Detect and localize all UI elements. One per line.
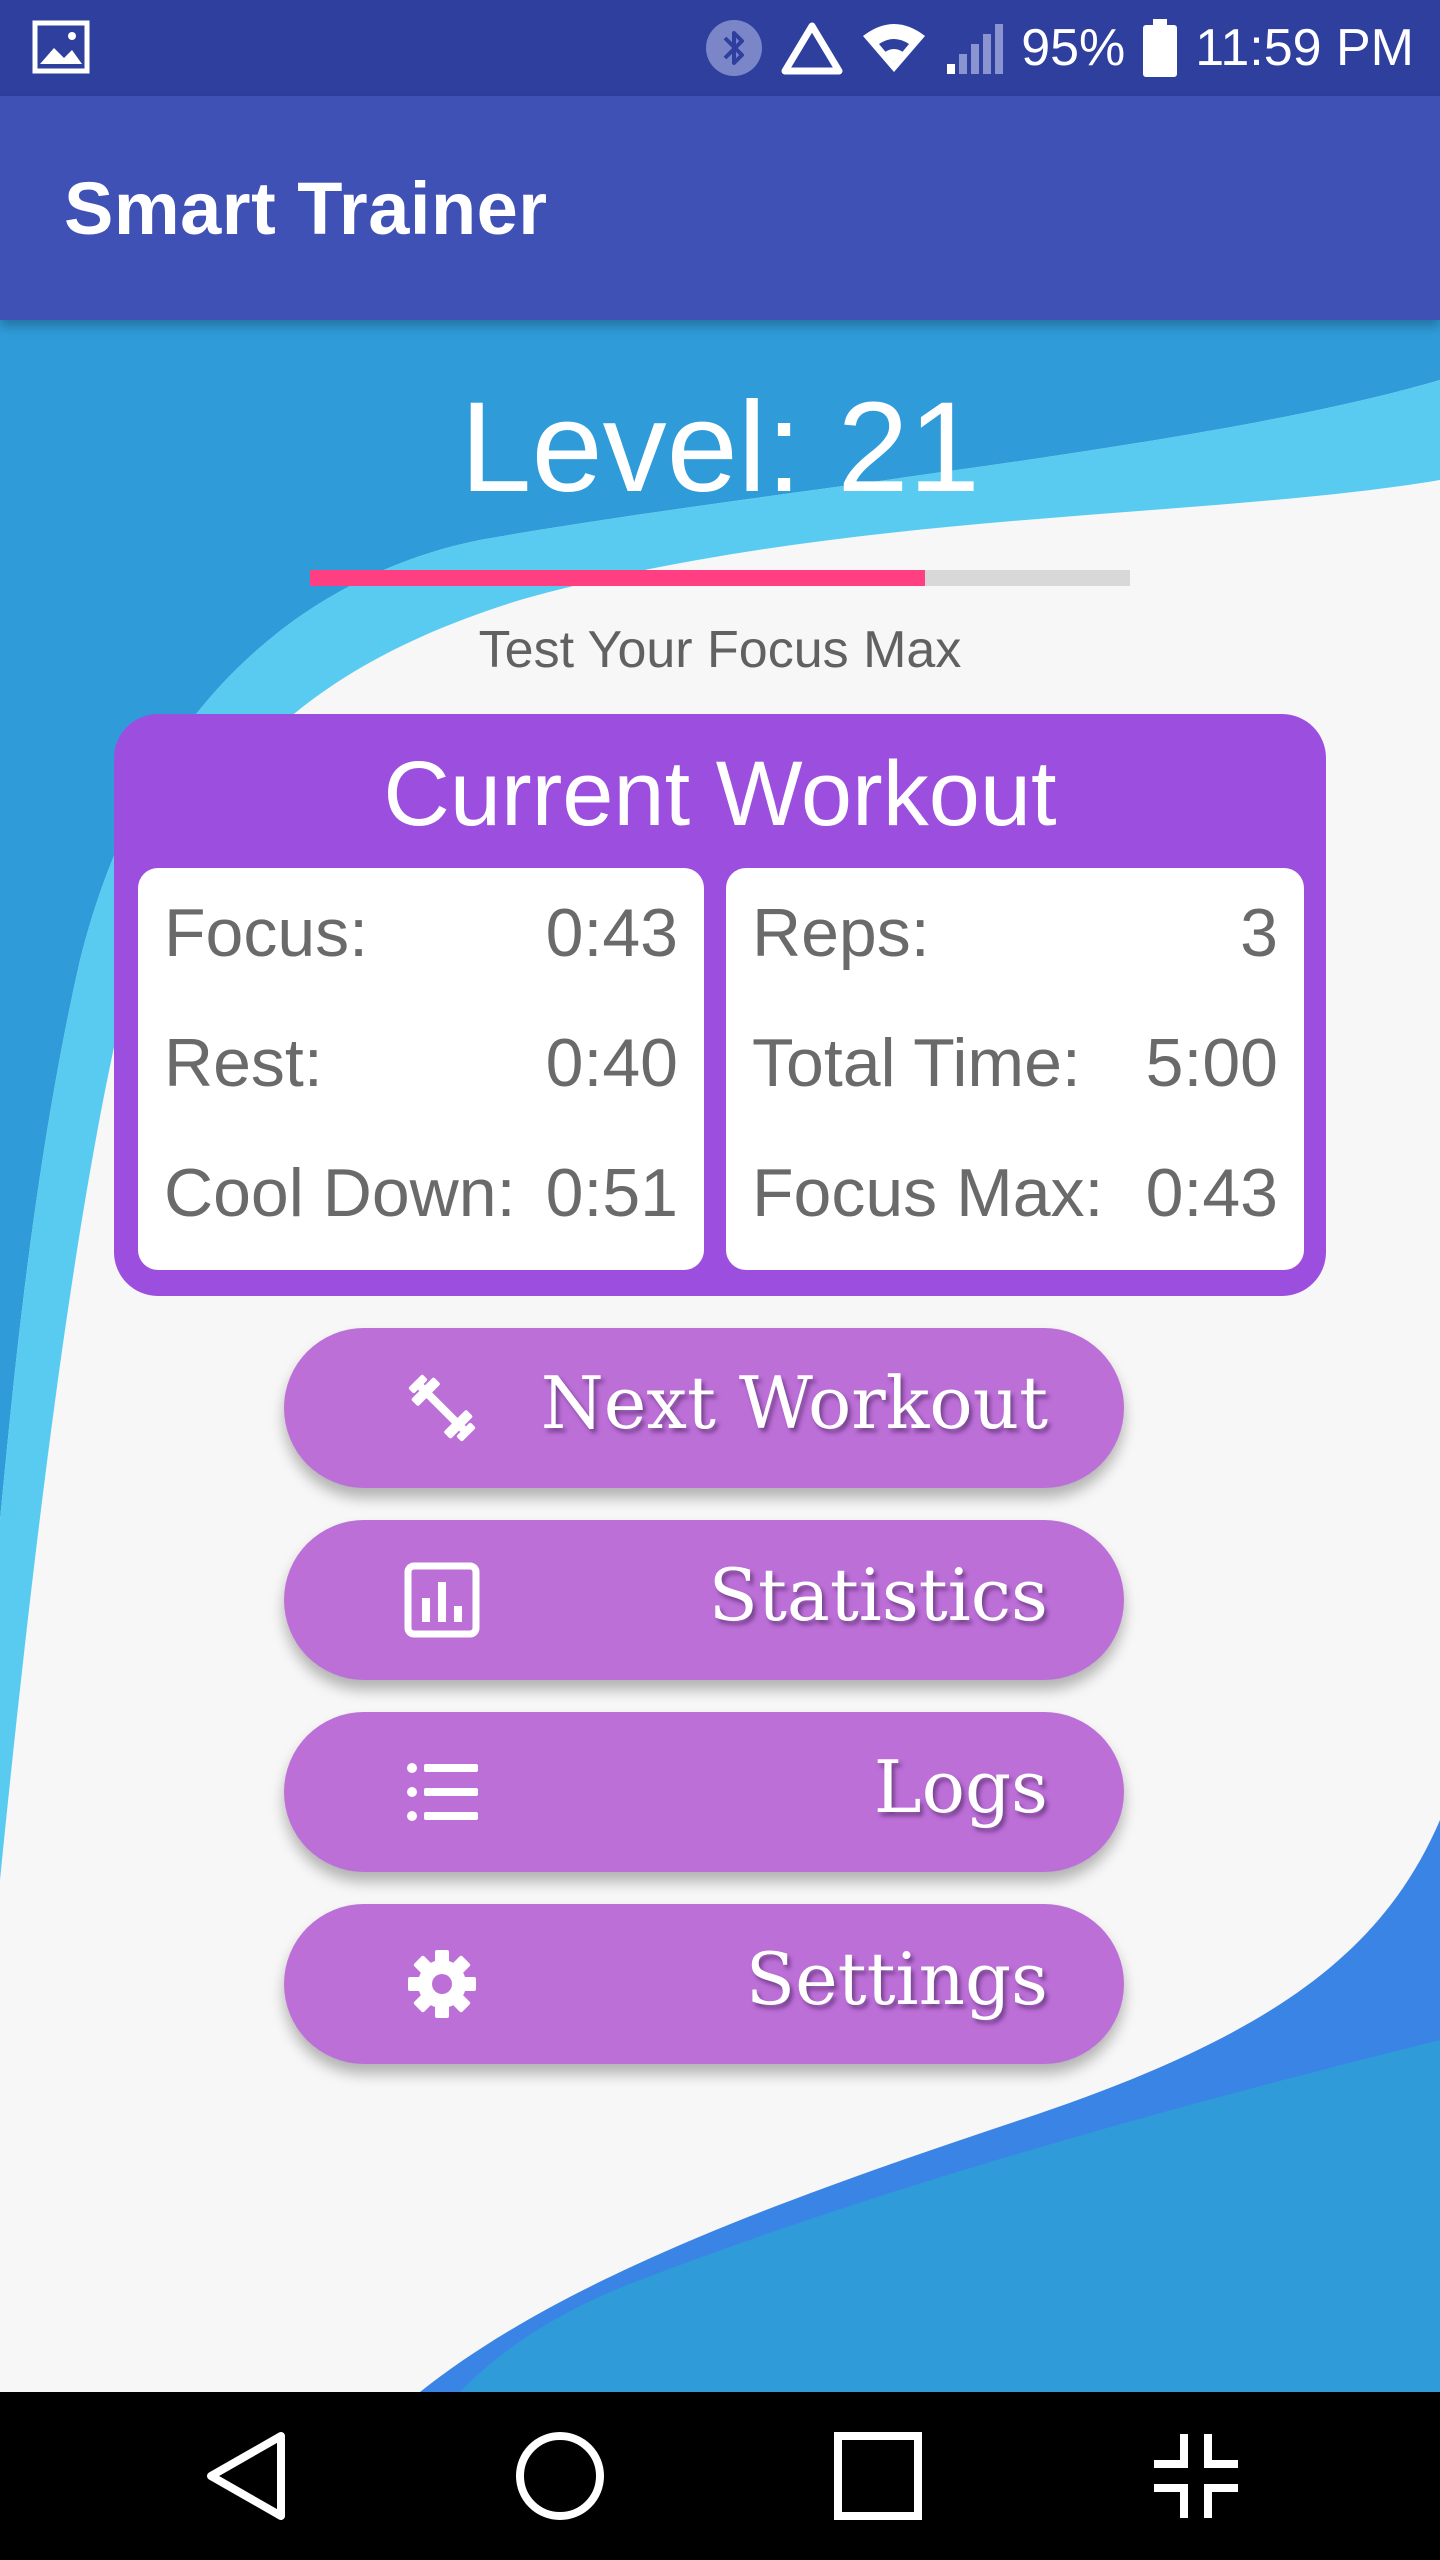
level-progress-bar xyxy=(310,570,1130,586)
signal-icon xyxy=(945,20,1004,76)
stat-value: 0:43 xyxy=(1145,1155,1278,1231)
collapse-button[interactable] xyxy=(1146,2426,1246,2526)
bluetooth-icon xyxy=(705,19,763,77)
recent-apps-icon xyxy=(834,2432,922,2520)
battery-percent: 95% xyxy=(1021,19,1126,77)
app-title: Smart Trainer xyxy=(64,167,548,250)
home-button[interactable] xyxy=(510,2426,610,2526)
settings-label: Settings xyxy=(745,1937,1048,2021)
stat-value: 5:00 xyxy=(1145,1025,1278,1101)
status-icons: 95% 11:59 PM xyxy=(687,0,1414,96)
dumbbell-icon xyxy=(408,1374,476,1442)
status-bar: 95% 11:59 PM xyxy=(0,0,1440,96)
stat-label: Focus: xyxy=(164,895,369,971)
clock-time: 11:59 PM xyxy=(1195,19,1414,77)
stat-focus: Focus: 0:43 xyxy=(164,888,678,978)
progress-caption: Test Your Focus Max xyxy=(478,621,962,679)
bar-chart-icon xyxy=(404,1562,480,1638)
logs-label: Logs xyxy=(873,1745,1048,1829)
recent-apps-button[interactable] xyxy=(828,2426,928,2526)
image-icon xyxy=(32,20,90,74)
next-workout-button[interactable]: Next Workout xyxy=(284,1328,1124,1488)
workout-stats-left: Focus: 0:43 Rest: 0:40 Cool Down: 0:51 xyxy=(138,868,704,1270)
app-bar: Smart Trainer xyxy=(0,96,1440,320)
stat-value: 0:43 xyxy=(545,895,678,971)
stat-cool-down: Cool Down: 0:51 xyxy=(164,1148,678,1238)
workout-title: Current Workout xyxy=(383,743,1057,845)
stat-reps: Reps: 3 xyxy=(752,888,1278,978)
stat-label: Rest: xyxy=(164,1025,323,1101)
settings-button[interactable]: Settings xyxy=(284,1904,1124,2064)
back-icon xyxy=(207,2432,285,2520)
navigation-bar xyxy=(0,2392,1440,2560)
stat-value: 0:51 xyxy=(545,1155,678,1231)
home-icon xyxy=(516,2432,604,2520)
stat-label: Reps: xyxy=(752,895,930,971)
next-workout-label: Next Workout xyxy=(540,1361,1048,1445)
workout-stats-right: Reps: 3 Total Time: 5:00 Focus Max: 0:43 xyxy=(726,868,1304,1270)
current-workout-card: Current Workout Focus: 0:43 Rest: 0:40 C… xyxy=(114,714,1326,1296)
statistics-label: Statistics xyxy=(708,1553,1048,1637)
stat-value: 3 xyxy=(1240,895,1278,971)
gear-icon xyxy=(408,1950,476,2018)
stat-label: Cool Down: xyxy=(164,1155,516,1231)
stat-rest: Rest: 0:40 xyxy=(164,1018,678,1108)
list-icon xyxy=(407,1763,478,1821)
battery-icon xyxy=(1143,19,1178,77)
stat-total-time: Total Time: 5:00 xyxy=(752,1018,1278,1108)
back-button[interactable] xyxy=(196,2426,296,2526)
stat-label: Total Time: xyxy=(752,1025,1081,1101)
collapse-icon xyxy=(1154,2434,1238,2518)
wifi-icon xyxy=(861,22,927,74)
stat-value: 0:40 xyxy=(545,1025,678,1101)
app-screen: 95% 11:59 PM Smart Trainer Level: 21 Tes… xyxy=(0,0,1440,2560)
statistics-button[interactable]: Statistics xyxy=(284,1520,1124,1680)
level-progress-fill xyxy=(310,570,925,586)
triangle-warning-icon xyxy=(781,21,843,75)
stat-label: Focus Max: xyxy=(752,1155,1104,1231)
logs-button[interactable]: Logs xyxy=(284,1712,1124,1872)
level-title: Level: 21 xyxy=(460,376,980,519)
stat-focus-max: Focus Max: 0:43 xyxy=(752,1148,1278,1238)
